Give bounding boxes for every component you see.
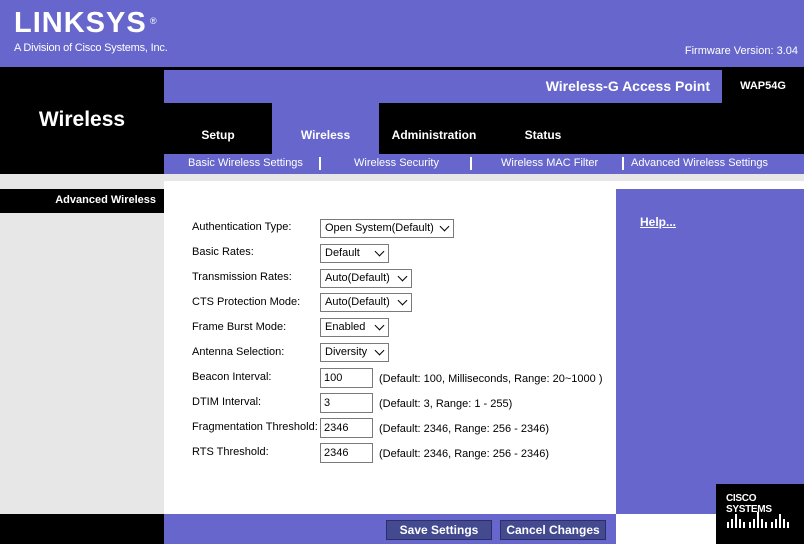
subtab-divider — [319, 157, 321, 170]
beacon-input[interactable]: 100 — [320, 368, 373, 388]
basic-rates-value: Default — [325, 247, 360, 259]
linksys-logo: LINKSYS — [14, 7, 147, 39]
left-panel — [0, 181, 164, 514]
tab-wireless[interactable]: Wireless — [272, 103, 379, 154]
antenna-label: Antenna Selection: — [192, 346, 285, 358]
sub-tabs: Basic Wireless Settings Wireless Securit… — [164, 154, 804, 174]
logo-registered-mark: ® — [150, 16, 157, 26]
product-bar: Wireless-G Access Point — [164, 70, 722, 103]
help-link[interactable]: Help... — [640, 215, 676, 229]
frag-hint: (Default: 2346, Range: 256 - 2346) — [379, 423, 550, 435]
dtim-input[interactable]: 3 — [320, 393, 373, 413]
frame-burst-label: Frame Burst Mode: — [192, 321, 287, 333]
cisco-bars-icon — [727, 512, 789, 528]
auth-type-value: Open System(Default) — [325, 222, 434, 234]
frag-input[interactable]: 2346 — [320, 418, 373, 438]
main-tabs: Setup Wireless Administration Status — [164, 103, 804, 154]
cisco-logo: CISCO SYSTEMS — [716, 484, 804, 544]
model-name: WAP54G — [740, 80, 786, 92]
subtab-divider — [470, 157, 472, 170]
beacon-label: Beacon Interval: — [192, 371, 272, 383]
help-panel: Help... — [616, 189, 804, 514]
basic-rates-select[interactable]: Default — [320, 244, 389, 263]
chevron-down-icon — [374, 246, 385, 257]
subtab-basic-wireless-settings[interactable]: Basic Wireless Settings — [188, 157, 303, 169]
frame-burst-value: Enabled — [325, 321, 366, 333]
product-name: Wireless-G Access Point — [545, 78, 710, 94]
chevron-down-icon — [374, 320, 385, 331]
rts-hint: (Default: 2346, Range: 256 - 2346) — [379, 448, 550, 460]
cts-label: CTS Protection Mode: — [192, 296, 301, 308]
left-section-label: Advanced Wireless — [55, 194, 156, 206]
basic-rates-label: Basic Rates: — [192, 246, 254, 258]
tx-rates-select[interactable]: Auto(Default) — [320, 269, 412, 288]
divider-strip — [0, 174, 804, 181]
section-title: Wireless — [38, 108, 126, 131]
auth-type-label: Authentication Type: — [192, 221, 292, 233]
subtab-wireless-security[interactable]: Wireless Security — [354, 157, 439, 169]
subtab-divider — [622, 157, 624, 170]
subtab-wireless-mac-filter[interactable]: Wireless MAC Filter — [501, 157, 598, 169]
save-settings-button[interactable]: Save Settings — [386, 520, 492, 540]
model-box: WAP54G — [722, 70, 804, 103]
tx-rates-label: Transmission Rates: — [192, 271, 292, 283]
tab-administration[interactable]: Administration — [379, 103, 489, 154]
beacon-hint: (Default: 100, Milliseconds, Range: 20~1… — [379, 373, 603, 385]
dtim-label: DTIM Interval: — [192, 396, 262, 408]
chevron-down-icon — [397, 271, 408, 282]
cancel-changes-button[interactable]: Cancel Changes — [500, 520, 606, 540]
firmware-version: Firmware Version: 3.04 — [684, 45, 798, 57]
subtab-advanced-wireless-settings[interactable]: Advanced Wireless Settings — [631, 157, 768, 169]
auth-type-select[interactable]: Open System(Default) — [320, 219, 454, 238]
left-label-bar: Advanced Wireless — [0, 189, 164, 213]
chevron-down-icon — [374, 345, 385, 356]
logo-tagline: A Division of Cisco Systems, Inc. — [14, 42, 168, 54]
cts-select[interactable]: Auto(Default) — [320, 293, 412, 312]
rts-input[interactable]: 2346 — [320, 443, 373, 463]
antenna-value: Diversity — [325, 346, 368, 358]
dtim-hint: (Default: 3, Range: 1 - 255) — [379, 398, 513, 410]
frag-label: Fragmentation Threshold: — [192, 421, 318, 433]
frame-burst-select[interactable]: Enabled — [320, 318, 389, 337]
chevron-down-icon — [439, 221, 450, 232]
footer-left — [0, 514, 164, 544]
rts-label: RTS Threshold: — [192, 446, 269, 458]
chevron-down-icon — [397, 295, 408, 306]
tab-status[interactable]: Status — [489, 103, 597, 154]
antenna-select[interactable]: Diversity — [320, 343, 389, 362]
tx-rates-value: Auto(Default) — [325, 272, 390, 284]
header-bar: LINKSYS ® A Division of Cisco Systems, I… — [0, 0, 804, 67]
cts-value: Auto(Default) — [325, 296, 390, 308]
tab-setup[interactable]: Setup — [164, 103, 272, 154]
